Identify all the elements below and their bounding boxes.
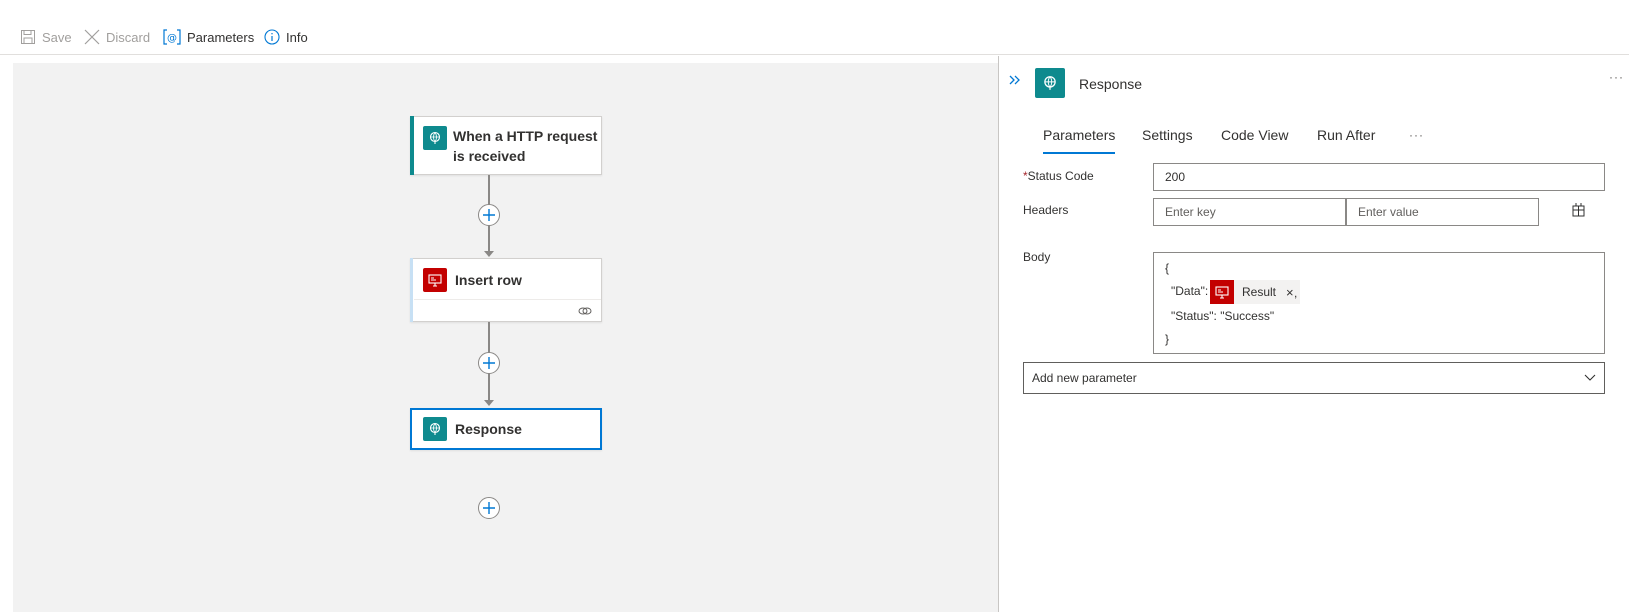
node-title-line2: is received — [453, 148, 526, 164]
body-close-brace: } — [1165, 332, 1170, 346]
panel-more-button[interactable]: ··· — [1609, 70, 1624, 84]
header-key-input[interactable]: Enter key — [1153, 198, 1346, 226]
trigger-node-http-request[interactable]: When a HTTP request is received — [410, 116, 602, 175]
node-accent-bar — [410, 116, 414, 175]
body-data-key: "Data": — [1171, 284, 1209, 298]
info-button[interactable]: Info — [264, 26, 308, 48]
insert-step-button[interactable] — [478, 352, 500, 374]
info-icon — [264, 29, 280, 45]
toolbar: Save Discard @ Parameters Info — [0, 0, 1629, 55]
connector-arrow — [484, 251, 494, 257]
plus-icon — [483, 357, 495, 369]
plus-icon — [483, 209, 495, 221]
save-icon — [21, 30, 35, 44]
body-editor[interactable]: { "Data": Result × , "Status": "Success"… — [1153, 252, 1605, 354]
plus-icon — [483, 502, 495, 514]
node-divider — [414, 299, 601, 300]
status-code-input[interactable]: 200 — [1153, 163, 1605, 191]
collapse-panel-icon[interactable] — [1008, 74, 1022, 86]
switch-to-text-mode-icon[interactable] — [1570, 202, 1586, 218]
http-response-icon — [1035, 68, 1065, 98]
panel-title[interactable]: Response — [1079, 76, 1142, 92]
body-status-line: "Status": "Success" — [1171, 309, 1275, 323]
tab-code-view[interactable]: Code View — [1221, 124, 1288, 154]
http-request-icon — [423, 126, 447, 150]
body-label: Body — [1023, 250, 1051, 264]
status-code-label-text: Status Code — [1027, 169, 1094, 183]
parameters-button[interactable]: @ Parameters — [163, 26, 254, 48]
connector-arrow — [484, 400, 494, 406]
save-button[interactable]: Save — [20, 26, 72, 48]
chevron-down-icon — [1584, 374, 1596, 381]
node-title: When a HTTP request is received — [453, 126, 598, 166]
sql-server-icon — [1210, 280, 1234, 304]
node-title-line1: When a HTTP request — [453, 128, 598, 144]
header-value-input[interactable]: Enter value — [1346, 198, 1539, 226]
node-accent-bar — [410, 258, 413, 322]
body-trailing-comma: , — [1294, 286, 1298, 300]
headers-label: Headers — [1023, 203, 1069, 217]
add-new-parameter-label: Add new parameter — [1032, 371, 1137, 385]
svg-text:@: @ — [167, 33, 177, 44]
token-remove-button[interactable]: × — [1286, 285, 1294, 300]
tab-run-after[interactable]: Run After — [1317, 124, 1375, 154]
sql-server-icon — [423, 268, 447, 292]
info-label: Info — [286, 29, 308, 45]
discard-button[interactable]: Discard — [84, 26, 150, 48]
body-open-brace: { — [1165, 261, 1170, 275]
parameters-icon: @ — [163, 29, 181, 45]
insert-step-button[interactable] — [478, 204, 500, 226]
node-title: Response — [455, 421, 522, 437]
discard-label: Discard — [106, 29, 151, 45]
link-icon[interactable] — [578, 306, 592, 316]
tab-settings[interactable]: Settings — [1142, 124, 1193, 154]
close-icon — [84, 29, 100, 45]
parameters-label: Parameters — [187, 29, 255, 45]
node-title: Insert row — [455, 272, 522, 288]
action-node-insert-row[interactable]: Insert row — [410, 258, 602, 322]
add-new-parameter-dropdown[interactable]: Add new parameter — [1023, 362, 1605, 394]
save-label: Save — [42, 29, 72, 45]
tabs-overflow-button[interactable]: ··· — [1409, 124, 1424, 154]
result-token[interactable]: Result × — [1210, 280, 1300, 304]
http-response-icon — [423, 417, 447, 441]
status-code-label: *Status Code — [1023, 169, 1094, 183]
tab-parameters[interactable]: Parameters — [1043, 124, 1115, 154]
action-node-response[interactable]: Response — [410, 408, 602, 450]
token-label: Result — [1242, 285, 1277, 299]
designer-canvas[interactable]: When a HTTP request is received Insert r… — [13, 63, 998, 612]
action-details-panel: Response ··· Parameters Settings Code Vi… — [998, 56, 1629, 612]
add-step-button[interactable] — [478, 497, 500, 519]
